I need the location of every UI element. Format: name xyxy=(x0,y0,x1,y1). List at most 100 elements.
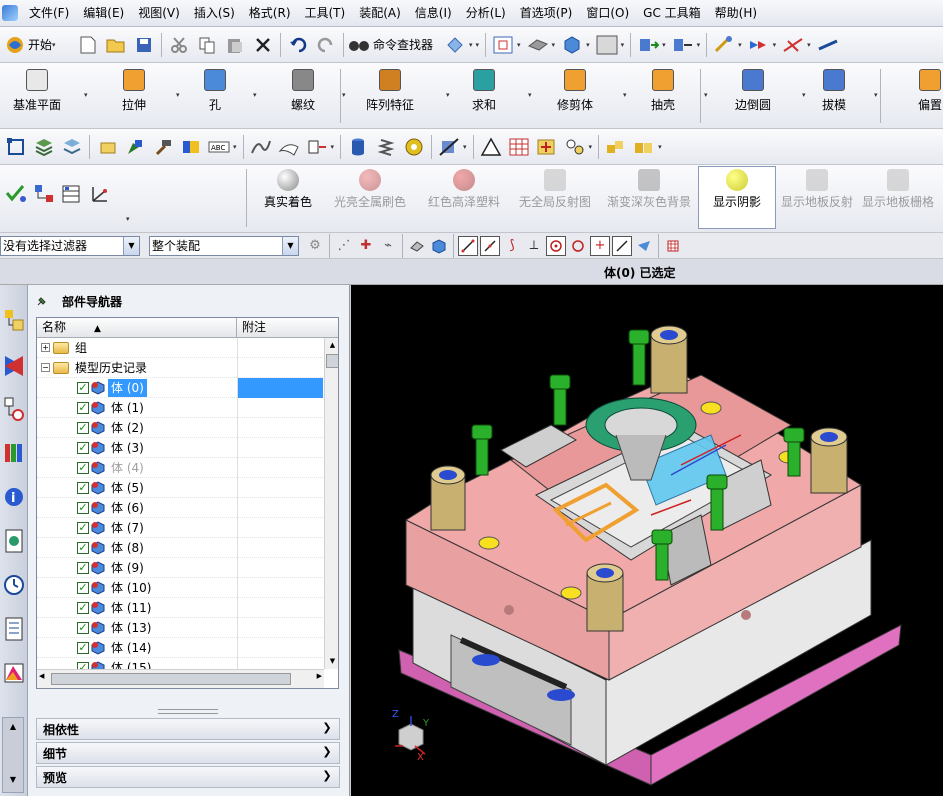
menu-item-11[interactable]: GC 工具箱 xyxy=(636,2,708,24)
cut-icon[interactable] xyxy=(166,32,192,58)
delete-icon[interactable] xyxy=(250,32,276,58)
wave-link-icon[interactable] xyxy=(746,32,772,58)
part-navigator-icon[interactable] xyxy=(2,393,26,425)
quadrant-snap-icon[interactable] xyxy=(568,236,588,256)
mold-assembly-model[interactable] xyxy=(351,285,943,796)
intersect-snap-icon[interactable]: ⟂ xyxy=(524,236,544,256)
tree-body-item[interactable]: ✓ 体 (7) xyxy=(37,518,323,538)
scroll-down-icon[interactable]: ▼ xyxy=(3,775,23,784)
scroll-left-icon[interactable]: ◀ xyxy=(39,672,44,680)
scope-combo[interactable]: 整个装配 ▼ xyxy=(149,235,299,256)
menu-item-3[interactable]: 插入(S) xyxy=(187,2,242,24)
menu-item-5[interactable]: 工具(T) xyxy=(298,2,353,24)
glossy-metal-button[interactable]: 光亮全属刷色 xyxy=(330,167,410,227)
fit-view-icon[interactable] xyxy=(490,32,516,58)
scroll-right-icon[interactable]: ▶ xyxy=(317,672,322,680)
tree-body-item[interactable]: ✓ 体 (14) xyxy=(37,638,323,658)
select-faces-icon[interactable]: ⋰ xyxy=(334,236,354,256)
washer-icon[interactable] xyxy=(401,134,427,160)
surface-icon[interactable] xyxy=(276,134,302,160)
visibility-checkbox[interactable]: ✓ xyxy=(77,441,89,454)
blend-icon[interactable] xyxy=(178,134,204,160)
copy-icon[interactable] xyxy=(194,32,220,58)
grid-list-icon[interactable] xyxy=(59,181,85,207)
no-reflection-button[interactable]: 无全局反射图 xyxy=(512,167,598,227)
visibility-checkbox[interactable]: ✓ xyxy=(77,621,89,634)
menu-item-10[interactable]: 窗口(O) xyxy=(579,2,636,24)
visibility-checkbox[interactable]: ✓ xyxy=(77,501,89,514)
selection-icon[interactable] xyxy=(442,32,468,58)
layer-visible-icon[interactable] xyxy=(59,134,85,160)
visibility-checkbox[interactable]: ✓ xyxy=(77,541,89,554)
tree-body-item[interactable]: ✓ 体 (2) xyxy=(37,418,323,438)
visibility-checkbox[interactable]: ✓ xyxy=(77,601,89,614)
tree-body-item[interactable]: ✓ 体 (9) xyxy=(37,558,323,578)
dependencies-panel[interactable]: 相依性 ❯ xyxy=(36,718,340,740)
scroll-thumb[interactable] xyxy=(326,354,338,368)
eraser-icon[interactable] xyxy=(407,236,427,256)
dimension-icon[interactable] xyxy=(304,134,330,160)
measure-icon[interactable] xyxy=(711,32,737,58)
tree-body-item[interactable]: ✓ 体 (3) xyxy=(37,438,323,458)
thread-button[interactable]: 螺纹 xyxy=(282,67,324,123)
visibility-checkbox[interactable]: ✓ xyxy=(77,521,89,534)
menu-item-2[interactable]: 视图(V) xyxy=(131,2,187,24)
grid-snap-icon[interactable] xyxy=(663,236,683,256)
edit-object-icon[interactable] xyxy=(122,134,148,160)
visibility-checkbox[interactable]: ✓ xyxy=(77,401,89,414)
visibility-checkbox[interactable]: ✓ xyxy=(77,381,89,394)
system-materials-icon[interactable] xyxy=(2,613,26,645)
snap-icon[interactable] xyxy=(3,134,29,160)
plus-tool-icon[interactable] xyxy=(534,134,560,160)
pattern-feature-button[interactable]: 阵列特征 xyxy=(352,67,428,123)
menu-item-8[interactable]: 分析(L) xyxy=(459,2,513,24)
filter-settings-icon[interactable]: ⚙ xyxy=(305,236,325,256)
center-snap-icon[interactable] xyxy=(546,235,566,256)
midpoint-snap-icon[interactable] xyxy=(480,235,500,256)
orient-view-icon[interactable] xyxy=(525,32,551,58)
select-edges-icon[interactable]: ⌁ xyxy=(378,236,398,256)
show-shadows-button[interactable]: 显示阴影 xyxy=(698,166,776,229)
tree-body-item[interactable]: ✓ 体 (8) xyxy=(37,538,323,558)
datum-plane-button[interactable]: 基准平面 xyxy=(8,67,66,123)
resource-scrollbar[interactable]: ▲ ▼ xyxy=(2,717,24,793)
hole-button[interactable]: 孔 xyxy=(195,67,235,123)
unite-button[interactable]: 求和 xyxy=(458,67,510,123)
tree-horizontal-scrollbar[interactable]: ◀ ▶ xyxy=(37,669,324,688)
shell-button[interactable]: 抽壳 xyxy=(640,67,686,123)
axis-tool-icon[interactable] xyxy=(87,181,113,207)
menu-item-6[interactable]: 装配(A) xyxy=(352,2,408,24)
selection-filter-combo[interactable]: 没有选择过滤器 ▼ xyxy=(0,235,140,256)
tree-body-item[interactable]: ✓ 体 (11) xyxy=(37,598,323,618)
hscroll-thumb[interactable] xyxy=(51,673,291,685)
info-icon[interactable]: i xyxy=(2,481,26,513)
triangle-icon[interactable] xyxy=(478,134,504,160)
tree-body-item[interactable]: ✓ 体 (5) xyxy=(37,478,323,498)
move-component-icon[interactable] xyxy=(635,32,661,58)
visibility-checkbox[interactable]: ✓ xyxy=(77,421,89,434)
preview-panel[interactable]: 预览 ❯ xyxy=(36,766,340,788)
visibility-checkbox[interactable]: ✓ xyxy=(77,581,89,594)
red-plastic-button[interactable]: 红色高泽塑料 xyxy=(418,167,510,227)
ruler-icon[interactable] xyxy=(815,32,841,58)
web-browser-icon[interactable] xyxy=(2,525,26,557)
line-snap-icon[interactable] xyxy=(458,235,478,256)
visibility-checkbox[interactable]: ✓ xyxy=(77,561,89,574)
visibility-checkbox[interactable]: ✓ xyxy=(77,461,89,474)
curve-icon[interactable] xyxy=(248,134,274,160)
constraint-navigator-icon[interactable] xyxy=(2,349,26,381)
blocks2-icon[interactable] xyxy=(631,134,657,160)
collapse-icon[interactable]: − xyxy=(41,363,50,372)
hierarchy-icon[interactable] xyxy=(31,181,57,207)
visibility-checkbox[interactable]: ✓ xyxy=(77,641,89,654)
spring-icon[interactable] xyxy=(373,134,399,160)
reuse-library-icon[interactable] xyxy=(2,437,26,469)
visibility-checkbox[interactable]: ✓ xyxy=(77,481,89,494)
tangent-snap-icon[interactable] xyxy=(612,235,632,256)
tree-body-item[interactable]: ✓ 体 (10) xyxy=(37,578,323,598)
hammer-icon[interactable] xyxy=(150,134,176,160)
check-icon[interactable] xyxy=(3,181,29,207)
background-icon[interactable] xyxy=(594,32,620,58)
copy-layer-icon[interactable] xyxy=(94,134,120,160)
select-features-icon[interactable]: ✚ xyxy=(356,236,376,256)
